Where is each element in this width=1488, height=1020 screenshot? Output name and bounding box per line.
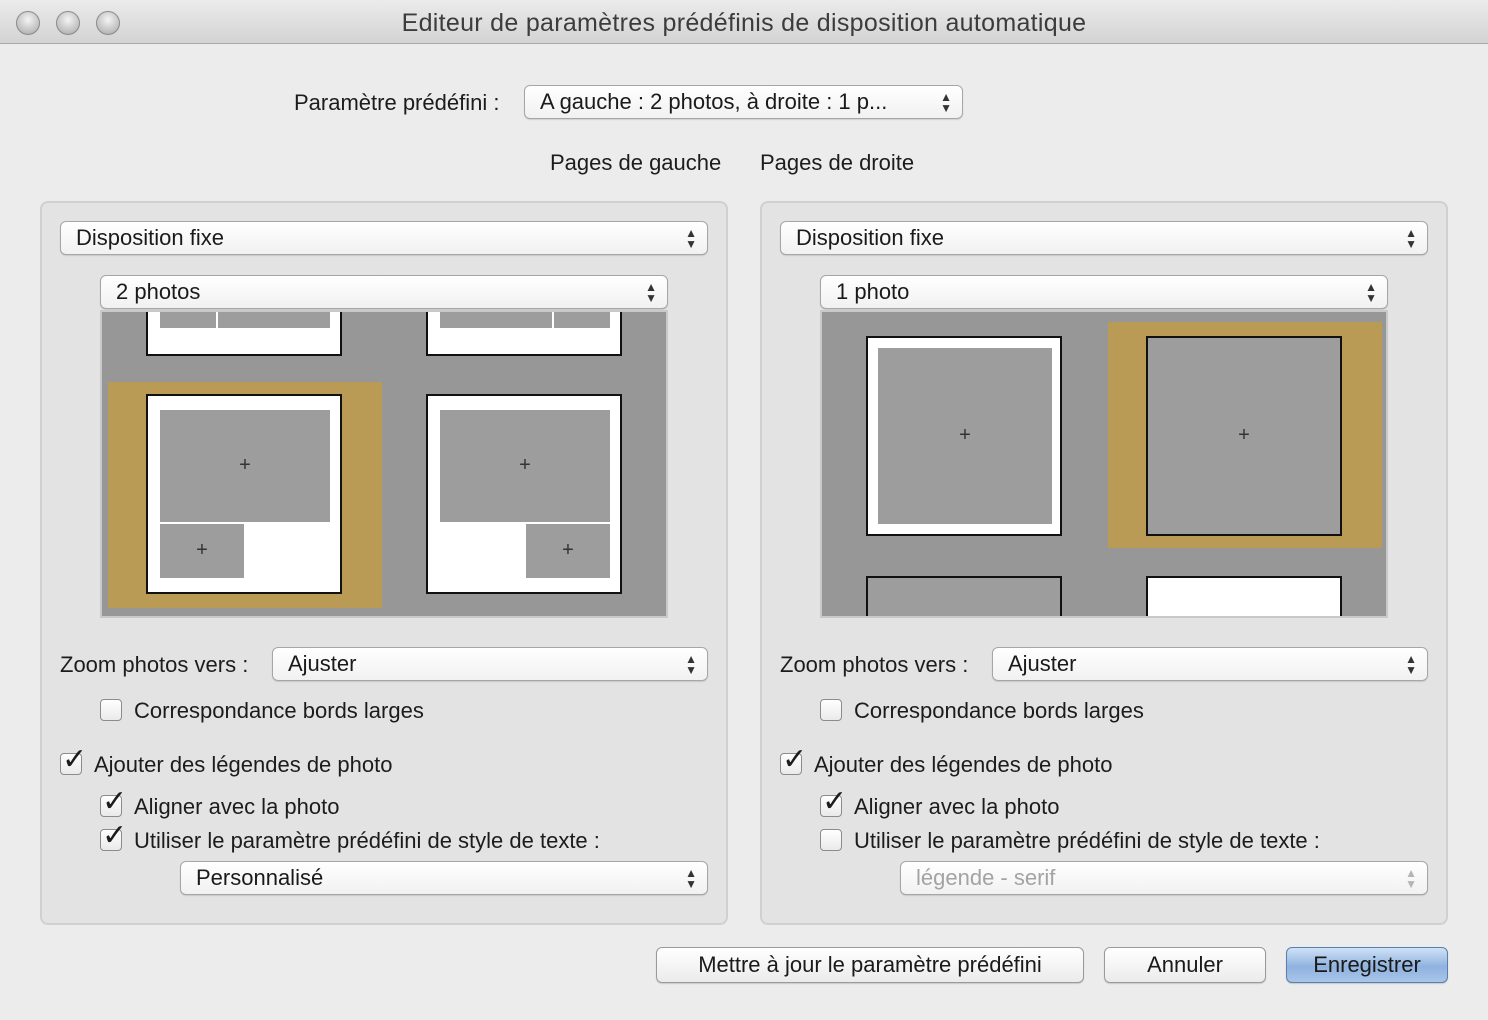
left-pages-header: Pages de gauche xyxy=(550,150,722,175)
right-mode-popup[interactable]: Disposition fixe ▲ ▼ xyxy=(780,221,1428,255)
layout-template[interactable] xyxy=(1146,576,1342,616)
popup-arrows-icon: ▲ ▼ xyxy=(1405,652,1417,677)
checkmark-icon: ✓ xyxy=(822,784,848,819)
photo-cell xyxy=(440,312,552,328)
layout-template[interactable] xyxy=(866,576,1062,616)
checkmark-icon: ✓ xyxy=(62,742,88,777)
left-match-borders-checkbox[interactable] xyxy=(100,699,122,721)
checkmark-icon: ✓ xyxy=(102,784,128,819)
popup-arrows-icon: ▲ ▼ xyxy=(645,280,657,305)
left-add-captions-label: Ajouter des légendes de photo xyxy=(94,752,393,777)
layout-template-selected[interactable]: + xyxy=(1146,336,1342,536)
photo-cell: + xyxy=(526,524,610,578)
right-zoom-label: Zoom photos vers : xyxy=(780,652,969,677)
popup-arrows-icon: ▲ ▼ xyxy=(685,652,697,677)
photo-cell: + xyxy=(878,348,1052,524)
left-match-borders-label: Correspondance bords larges xyxy=(134,698,424,723)
left-text-style-popup[interactable]: Personnalisé ▲ ▼ xyxy=(180,861,708,895)
right-text-style-popup[interactable]: légende - serif ▲ ▼ xyxy=(900,861,1428,895)
plus-icon: + xyxy=(239,454,251,477)
update-preset-button[interactable]: Mettre à jour le paramètre prédéfini xyxy=(656,947,1084,983)
right-layout-preview: + + xyxy=(820,310,1388,618)
right-match-borders-label: Correspondance bords larges xyxy=(854,698,1144,723)
layout-template-selected[interactable]: + + xyxy=(146,394,342,594)
left-mode-value: Disposition fixe xyxy=(76,225,224,250)
title-bar: Editeur de paramètres prédéfinis de disp… xyxy=(0,0,1488,44)
cancel-button[interactable]: Annuler xyxy=(1104,947,1266,983)
left-add-captions-checkbox[interactable]: ✓ xyxy=(60,745,87,775)
left-mode-popup[interactable]: Disposition fixe ▲ ▼ xyxy=(60,221,708,255)
preset-popup[interactable]: A gauche : 2 photos, à droite : 1 p... ▲… xyxy=(524,85,963,119)
checkmark-icon: ✓ xyxy=(102,818,128,853)
plus-icon: + xyxy=(519,454,531,477)
left-layout-popup[interactable]: 2 photos ▲ ▼ xyxy=(100,275,668,309)
right-zoom-value: Ajuster xyxy=(1008,651,1077,676)
right-layout-value: 1 photo xyxy=(836,279,910,304)
left-zoom-label: Zoom photos vers : xyxy=(60,652,249,677)
left-layout-value: 2 photos xyxy=(116,279,201,304)
photo-cell xyxy=(554,312,610,328)
plus-icon: + xyxy=(1238,424,1250,447)
right-add-captions-label: Ajouter des légendes de photo xyxy=(814,752,1113,777)
photo-cell: + xyxy=(440,410,610,522)
preset-value: A gauche : 2 photos, à droite : 1 p... xyxy=(540,89,888,114)
right-use-text-style-label: Utiliser le paramètre prédéfini de style… xyxy=(854,828,1320,853)
left-align-photo-checkbox[interactable]: ✓ xyxy=(100,787,127,817)
right-zoom-popup[interactable]: Ajuster ▲ ▼ xyxy=(992,647,1428,681)
popup-arrows-icon: ▲ ▼ xyxy=(940,90,952,115)
popup-arrows-icon: ▲ ▼ xyxy=(1365,280,1377,305)
preset-label: Paramètre prédéfini : xyxy=(294,90,500,115)
right-mode-value: Disposition fixe xyxy=(796,225,944,250)
popup-arrows-icon: ▲ ▼ xyxy=(685,866,697,891)
photo-cell: + xyxy=(160,410,330,522)
popup-arrows-icon: ▲ ▼ xyxy=(1405,226,1417,251)
right-align-photo-label: Aligner avec la photo xyxy=(854,794,1060,819)
right-align-photo-checkbox[interactable]: ✓ xyxy=(820,787,847,817)
save-button[interactable]: Enregistrer xyxy=(1286,947,1448,983)
left-layout-preview: + + + + xyxy=(100,310,668,618)
layout-template[interactable]: + xyxy=(866,336,1062,536)
plus-icon: + xyxy=(562,539,574,562)
right-text-style-value: légende - serif xyxy=(916,865,1056,890)
left-zoom-popup[interactable]: Ajuster ▲ ▼ xyxy=(272,647,708,681)
plus-icon: + xyxy=(196,539,208,562)
left-use-text-style-checkbox[interactable]: ✓ xyxy=(100,821,127,851)
popup-arrows-icon: ▲ ▼ xyxy=(1405,866,1417,891)
plus-icon: + xyxy=(959,424,971,447)
photo-cell: + xyxy=(1148,338,1340,534)
left-text-style-value: Personnalisé xyxy=(196,865,324,890)
layout-template[interactable] xyxy=(146,312,342,356)
photo-cell xyxy=(160,312,216,328)
right-layout-popup[interactable]: 1 photo ▲ ▼ xyxy=(820,275,1388,309)
left-align-photo-label: Aligner avec la photo xyxy=(134,794,340,819)
window-title: Editeur de paramètres prédéfinis de disp… xyxy=(401,9,1087,37)
right-add-captions-checkbox[interactable]: ✓ xyxy=(780,745,807,775)
layout-template[interactable]: + + xyxy=(426,394,622,594)
left-zoom-value: Ajuster xyxy=(288,651,357,676)
right-use-text-style-checkbox[interactable] xyxy=(820,829,842,851)
left-use-text-style-label: Utiliser le paramètre prédéfini de style… xyxy=(134,828,600,853)
popup-arrows-icon: ▲ ▼ xyxy=(685,226,697,251)
right-match-borders-checkbox[interactable] xyxy=(820,699,842,721)
checkmark-icon: ✓ xyxy=(782,742,808,777)
photo-cell: + xyxy=(160,524,244,578)
photo-cell xyxy=(218,312,330,328)
layout-template[interactable] xyxy=(426,312,622,356)
right-pages-header: Pages de droite xyxy=(760,150,915,175)
